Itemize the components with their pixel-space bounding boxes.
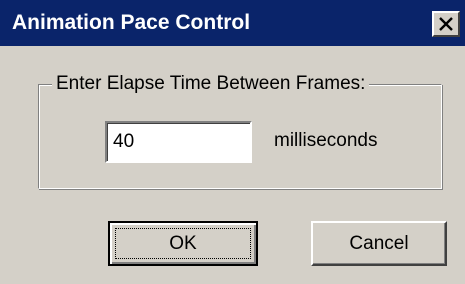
animation-pace-dialog: Animation Pace Control Enter Elapse Time… bbox=[0, 0, 465, 284]
cancel-button[interactable]: Cancel bbox=[311, 221, 447, 266]
cancel-button-label: Cancel bbox=[349, 233, 409, 254]
ok-button-label: OK bbox=[169, 233, 197, 254]
groupbox-label: Enter Elapse Time Between Frames: bbox=[52, 71, 370, 97]
elapse-time-input[interactable] bbox=[105, 121, 252, 163]
ok-button[interactable]: OK bbox=[108, 221, 258, 266]
title-bar[interactable]: Animation Pace Control bbox=[0, 0, 465, 46]
close-button[interactable] bbox=[432, 11, 460, 37]
close-icon bbox=[439, 17, 453, 31]
window-title: Animation Pace Control bbox=[12, 11, 251, 34]
units-label: milliseconds bbox=[274, 130, 378, 151]
